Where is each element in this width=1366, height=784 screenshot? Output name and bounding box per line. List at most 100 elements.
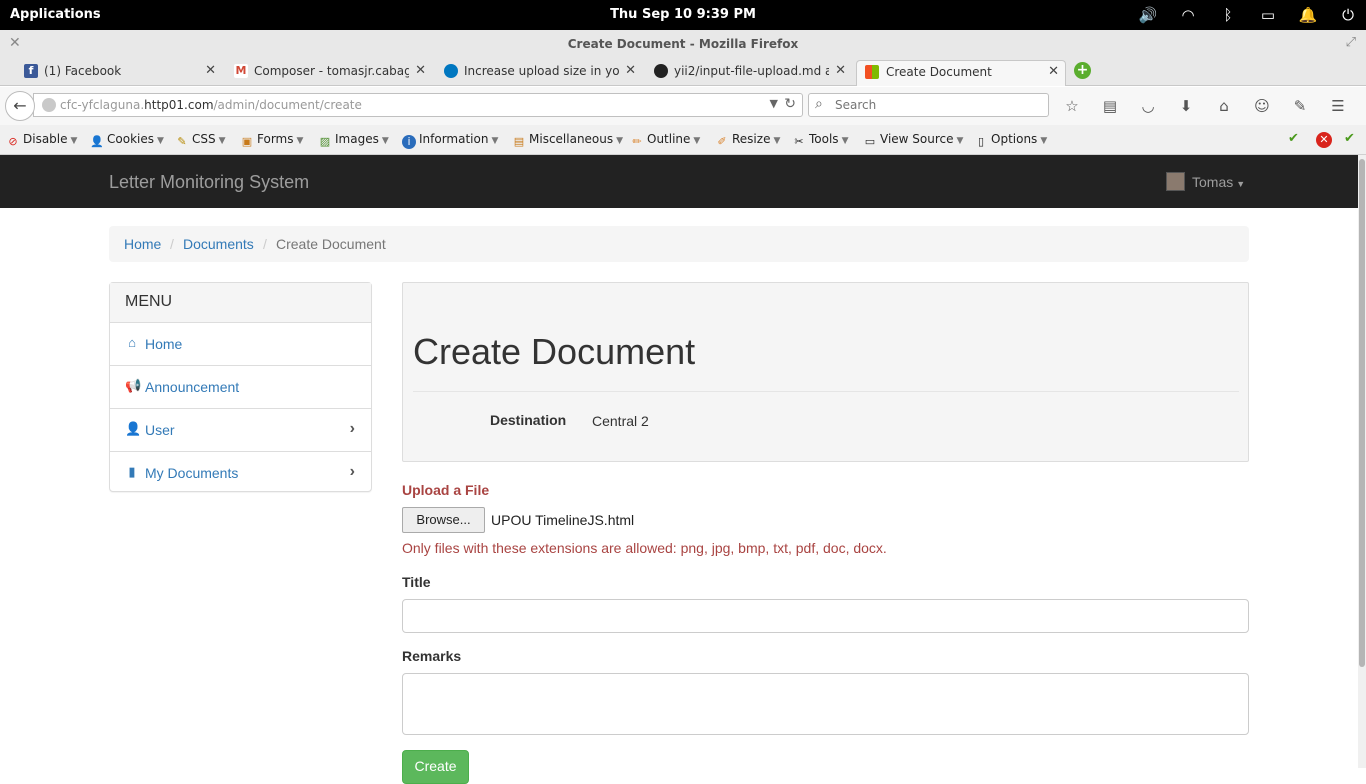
- close-tab-icon[interactable]: ✕: [415, 63, 426, 78]
- wifi-icon[interactable]: ◠: [1178, 4, 1198, 26]
- browse-button[interactable]: Browse...: [402, 507, 485, 533]
- sidebar-item-label: Home: [145, 336, 183, 352]
- selected-file-name: UPOU TimelineJS.html: [491, 512, 635, 528]
- dev-view-source-menu[interactable]: ▭ View Source ▼: [863, 132, 964, 149]
- file-icon: ▮: [128, 464, 136, 479]
- dev-options-menu[interactable]: ▯ Options ▼: [974, 132, 1047, 149]
- new-tab-button[interactable]: +: [1074, 62, 1091, 79]
- globe-icon: [42, 98, 56, 112]
- system-tray: 🔊 ◠ ᛒ ▭ 🔔 ⏻: [1138, 4, 1358, 26]
- sidebar-item-label: My Documents: [145, 465, 239, 481]
- extension-icon[interactable]: ✎: [1288, 95, 1312, 117]
- dev-forms-menu[interactable]: ▣ Forms ▼: [240, 132, 304, 149]
- close-tab-icon[interactable]: ✕: [835, 63, 846, 78]
- dev-disable-menu[interactable]: ⊘ Disable ▼: [6, 132, 77, 149]
- toolbar-icons: ☆ ▤ ◡ ⬇ ⌂ ☺ ✎ ☰: [1060, 95, 1350, 117]
- sidebar-item-label: User: [145, 422, 175, 438]
- close-tab-icon[interactable]: ✕: [205, 63, 216, 78]
- search-input[interactable]: [833, 96, 1033, 114]
- js-error-icon[interactable]: ✕: [1316, 132, 1332, 148]
- bookmark-star-icon[interactable]: ☆: [1060, 95, 1084, 117]
- tab-github[interactable]: yii2/input-file-upload.md a... ✕: [652, 60, 852, 86]
- dev-outline-menu[interactable]: ✏ Outline ▼: [630, 132, 700, 149]
- gmail-icon: M: [234, 64, 248, 78]
- remarks-input[interactable]: [402, 673, 1249, 735]
- create-button[interactable]: Create: [402, 750, 469, 784]
- tab-label: yii2/input-file-upload.md a...: [674, 64, 829, 78]
- search-icon: ⌕: [815, 96, 823, 112]
- dev-resize-menu[interactable]: ✐ Resize ▼: [715, 132, 780, 149]
- volume-icon[interactable]: 🔊: [1138, 4, 1158, 26]
- page-title: Create Document: [413, 331, 696, 372]
- upload-file-label: Upload a File: [402, 482, 490, 498]
- title-input[interactable]: [402, 599, 1249, 633]
- reading-list-icon[interactable]: ▤: [1098, 95, 1122, 117]
- chevron-right-icon: ›: [349, 463, 355, 480]
- caret-down-icon: ▼: [1236, 179, 1246, 189]
- pocket-icon[interactable]: ◡: [1136, 95, 1160, 117]
- system-top-bar: Applications Thu Sep 10 9:39 PM 🔊 ◠ ᛒ ▭ …: [0, 0, 1366, 30]
- downloads-icon[interactable]: ⬇: [1174, 95, 1198, 117]
- hamburger-menu-icon[interactable]: ☰: [1326, 95, 1350, 117]
- power-icon[interactable]: ⏻: [1338, 4, 1358, 26]
- dev-miscellaneous-menu[interactable]: ▤ Miscellaneous ▼: [512, 132, 623, 149]
- navigation-toolbar: cfc-yfclaguna.http01.com/admin/document/…: [0, 87, 1366, 125]
- tab-gmail[interactable]: M Composer - tomasjr.cabag... ✕: [232, 60, 432, 86]
- close-tab-icon[interactable]: ✕: [1048, 64, 1059, 79]
- window-title-bar: ✕ Create Document - Mozilla Firefox ⤢: [0, 30, 1366, 58]
- destination-label: Destination: [490, 412, 567, 428]
- css-valid-icon[interactable]: ✔: [1288, 131, 1299, 146]
- chat-icon[interactable]: ☺: [1250, 95, 1274, 117]
- tab-facebook[interactable]: f (1) Facebook ✕: [22, 60, 222, 86]
- url-bar[interactable]: cfc-yfclaguna.http01.com/admin/document/…: [33, 93, 803, 117]
- page-scrollbar[interactable]: [1358, 155, 1366, 768]
- dev-cookies-menu[interactable]: 👤 Cookies ▼: [90, 132, 164, 149]
- scrollbar-thumb[interactable]: [1359, 159, 1365, 667]
- sidebar-item-home[interactable]: ⌂ Home: [110, 323, 371, 366]
- menu-heading: MENU: [110, 283, 371, 323]
- home-icon: ⌂: [128, 335, 136, 350]
- html-valid-icon[interactable]: ✔: [1344, 131, 1355, 146]
- web-developer-toolbar: ⊘ Disable ▼ 👤 Cookies ▼ ✎ CSS ▼ ▣ Forms ▼ ▨ Image…: [0, 125, 1366, 155]
- site-brand[interactable]: Letter Monitoring System: [109, 172, 309, 193]
- sidebar-menu: MENU ⌂ Home 📢 Announcement 👤 User › ▮ My…: [109, 282, 372, 492]
- breadcrumb-home[interactable]: Home: [124, 236, 161, 252]
- home-icon[interactable]: ⌂: [1212, 95, 1236, 117]
- back-button[interactable]: ←: [5, 91, 35, 121]
- reload-icon[interactable]: ↻: [784, 96, 796, 112]
- breadcrumb-separator: /: [263, 236, 267, 252]
- dev-information-menu[interactable]: i Information ▼: [402, 132, 498, 149]
- windows-logo-icon: [865, 65, 879, 79]
- search-bar[interactable]: ⌕: [808, 93, 1049, 117]
- tab-label: Composer - tomasjr.cabag...: [254, 64, 409, 78]
- tab-label: Create Document: [886, 65, 992, 79]
- tab-drupal[interactable]: Increase upload size in yo... ✕: [442, 60, 642, 86]
- tab-label: (1) Facebook: [44, 64, 122, 78]
- sidebar-item-my-documents[interactable]: ▮ My Documents ›: [110, 452, 371, 495]
- bullhorn-icon: 📢: [125, 378, 142, 393]
- user-menu[interactable]: Tomas ▼: [1166, 172, 1245, 191]
- close-tab-icon[interactable]: ✕: [625, 63, 636, 78]
- dev-css-menu[interactable]: ✎ CSS ▼: [175, 132, 225, 149]
- battery-icon[interactable]: ▭: [1258, 4, 1278, 26]
- dev-images-menu[interactable]: ▨ Images ▼: [318, 132, 389, 149]
- tab-create-document[interactable]: Create Document ✕: [856, 60, 1066, 86]
- avatar: [1166, 172, 1185, 191]
- breadcrumb-documents[interactable]: Documents: [183, 236, 254, 252]
- sidebar-item-user[interactable]: 👤 User ›: [110, 409, 371, 452]
- breadcrumb: Home / Documents / Create Document: [109, 226, 1249, 262]
- dev-tools-menu[interactable]: ✂ Tools ▼: [792, 132, 848, 149]
- url-history-dropdown-icon[interactable]: ▼: [770, 97, 778, 110]
- user-icon: 👤: [125, 421, 142, 436]
- url-text[interactable]: cfc-yfclaguna.http01.com/admin/document/…: [60, 98, 362, 112]
- sidebar-item-announcement[interactable]: 📢 Announcement: [110, 366, 371, 409]
- document-header-panel: Create Document Destination Central 2: [402, 282, 1249, 462]
- upload-error-message: Only files with these extensions are all…: [402, 540, 887, 556]
- window-title: Create Document - Mozilla Firefox: [567, 37, 799, 51]
- notification-icon[interactable]: 🔔: [1298, 4, 1318, 26]
- title-label: Title: [402, 574, 431, 590]
- drupal-icon: [444, 64, 458, 78]
- remarks-label: Remarks: [402, 648, 462, 664]
- maximize-window-icon[interactable]: ⤢: [1346, 35, 1356, 50]
- bluetooth-icon[interactable]: ᛒ: [1218, 4, 1238, 26]
